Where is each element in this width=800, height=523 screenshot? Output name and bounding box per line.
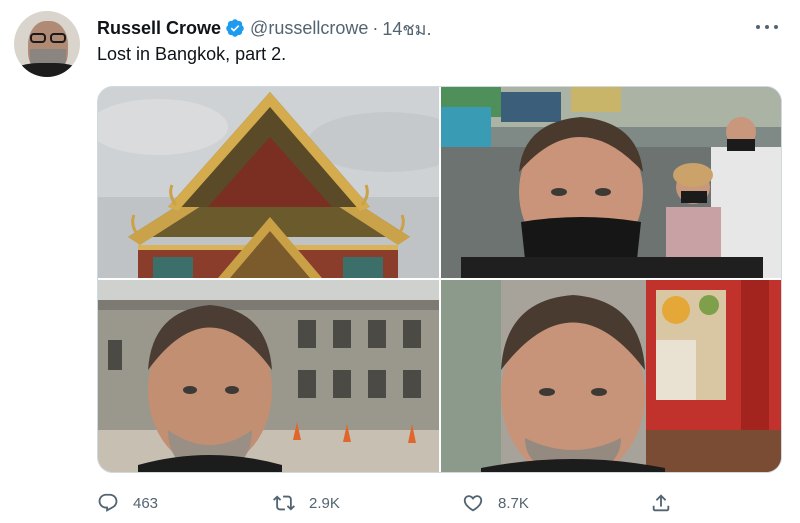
media-grid <box>97 86 782 473</box>
separator: · <box>372 17 379 38</box>
photo-street-selfie[interactable] <box>441 87 781 278</box>
verified-badge-icon <box>225 18 245 38</box>
avatar-glasses <box>28 33 68 43</box>
heart-icon <box>463 495 483 512</box>
retweet-count: 2.9K <box>309 494 340 512</box>
author-handle[interactable]: @russellcrowe <box>250 18 368 39</box>
share-icon <box>652 494 670 512</box>
action-bar: 463 2.9K 8.7K <box>97 488 697 518</box>
retweet-icon <box>273 495 295 511</box>
reply-icon <box>98 493 118 512</box>
reply-count: 463 <box>133 494 159 512</box>
tweet-text: Lost in Bangkok, part 2. <box>97 44 287 64</box>
timestamp[interactable]: 14ชม. <box>382 14 431 43</box>
like-count: 8.7K <box>498 494 529 512</box>
photo-building-selfie[interactable] <box>98 280 439 472</box>
avatar[interactable] <box>14 11 80 77</box>
reply-button[interactable]: 463 <box>97 488 158 518</box>
author-name[interactable]: Russell Crowe <box>97 18 221 39</box>
more-horizontal-icon[interactable] <box>756 18 778 36</box>
avatar-shirt <box>14 63 80 77</box>
like-button[interactable]: 8.7K <box>462 488 529 518</box>
photo-temple[interactable] <box>98 87 439 278</box>
tweet-header: Russell Crowe @russellcrowe · 14ชม. <box>97 15 431 41</box>
tweet: Russell Crowe @russellcrowe · 14ชม. Lost… <box>0 0 800 523</box>
retweet-button[interactable]: 2.9K <box>273 488 340 518</box>
share-button[interactable] <box>650 488 672 518</box>
photo-shrine-selfie[interactable] <box>441 280 781 472</box>
